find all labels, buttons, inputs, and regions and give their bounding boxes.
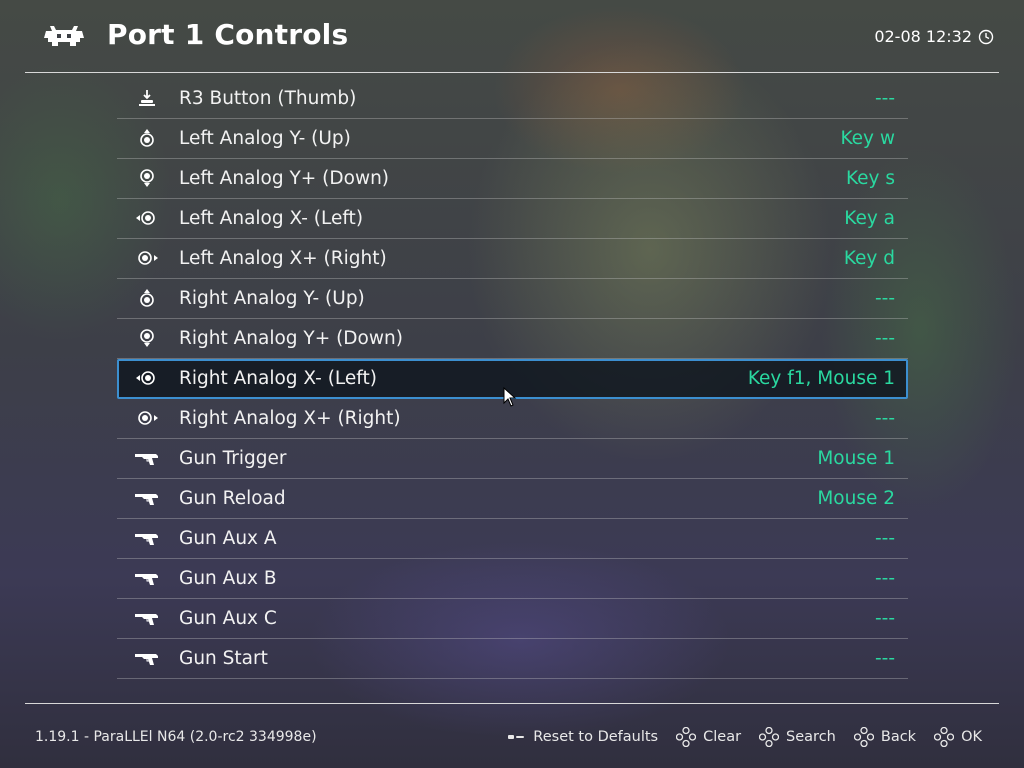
control-label: Gun Aux C (179, 608, 277, 629)
control-row[interactable]: Gun Start --- (117, 639, 908, 679)
control-row[interactable]: Gun Trigger Mouse 1 (117, 439, 908, 479)
footer-actions: Reset to Defaults Clear Search Back OK (506, 727, 982, 747)
control-binding-value: Mouse 1 (817, 448, 895, 469)
control-binding-value: --- (874, 568, 895, 589)
control-binding-value: Key f1, Mouse 1 (747, 368, 895, 389)
control-row[interactable]: Gun Aux A --- (117, 519, 908, 559)
gun-icon (134, 568, 160, 588)
clock-icon (978, 29, 994, 44)
control-binding-value: --- (874, 328, 895, 349)
control-row[interactable]: Left Analog X+ (Right) Key d (117, 239, 908, 279)
core-version-text: 1.19.1 - ParaLLEl N64 (2.0-rc2 334998e) (35, 729, 317, 745)
control-label: Left Analog Y+ (Down) (179, 168, 390, 189)
dpad-icon (853, 727, 874, 747)
gun-icon (134, 488, 160, 508)
dpad-icon (676, 727, 697, 747)
page-title: Port 1 Controls (107, 18, 349, 51)
control-label: Gun Aux B (179, 568, 277, 589)
control-row[interactable]: Gun Aux B --- (117, 559, 908, 599)
control-label: Right Analog Y- (Up) (179, 288, 365, 309)
footer-bar: 1.19.1 - ParaLLEl N64 (2.0-rc2 334998e) … (0, 704, 1024, 768)
footer-action-search[interactable]: Search (759, 727, 836, 747)
analog-right-icon (134, 408, 160, 428)
mouse-cursor-icon (503, 387, 517, 407)
controls-list: R3 Button (Thumb) --- Left Analog Y- (Up) K… (117, 79, 908, 679)
control-binding-value: Key a (844, 208, 895, 229)
analog-right-icon (134, 248, 160, 268)
control-binding-value: Key d (843, 248, 895, 269)
control-binding-value: --- (874, 408, 895, 429)
control-binding-value: --- (874, 648, 895, 669)
control-binding-value: --- (874, 608, 895, 629)
control-binding-value: Mouse 2 (817, 488, 895, 509)
control-label: Gun Start (179, 648, 268, 669)
gun-icon (134, 648, 160, 668)
analog-down-icon (134, 168, 160, 188)
control-row[interactable]: Left Analog Y+ (Down) Key s (117, 159, 908, 199)
retroarch-logo-icon (44, 26, 84, 46)
control-binding-value: Key s (845, 168, 895, 189)
control-row[interactable]: Gun Aux C --- (117, 599, 908, 639)
clock: 02-08 12:32 (874, 27, 994, 46)
analog-left-icon (134, 208, 160, 228)
control-label: Gun Reload (179, 488, 286, 509)
footer-action-clear[interactable]: Clear (676, 727, 741, 747)
footer-action-reset-to-defaults[interactable]: Reset to Defaults (506, 727, 658, 747)
control-label: Left Analog X+ (Right) (179, 248, 387, 269)
control-row[interactable]: Gun Reload Mouse 2 (117, 479, 908, 519)
analog-down-icon (134, 328, 160, 348)
control-label: R3 Button (Thumb) (179, 88, 357, 109)
analog-left-icon (134, 368, 160, 388)
control-label: Gun Aux A (179, 528, 277, 549)
control-label: Right Analog X- (Left) (179, 368, 377, 389)
footer-action-label: OK (961, 729, 982, 745)
dpad-icon (934, 727, 955, 747)
footer-action-label: Reset to Defaults (533, 729, 659, 745)
footer-action-label: Clear (703, 729, 742, 745)
footer-action-back[interactable]: Back (853, 727, 917, 747)
control-label: Left Analog Y- (Up) (179, 128, 351, 149)
gun-icon (134, 448, 160, 468)
control-binding-value: --- (874, 528, 895, 549)
header-divider (25, 72, 999, 73)
analog-up-icon (134, 128, 160, 148)
control-row[interactable]: Right Analog Y- (Up) --- (117, 279, 908, 319)
control-label: Right Analog Y+ (Down) (179, 328, 403, 349)
footer-action-label: Back (880, 729, 917, 745)
r3-button-icon (134, 88, 160, 108)
control-binding-value: --- (874, 288, 895, 309)
control-label: Right Analog X+ (Right) (179, 408, 401, 429)
footer-action-ok[interactable]: OK (934, 727, 982, 747)
gun-icon (134, 608, 160, 628)
control-binding-value: --- (874, 88, 895, 109)
footer-action-label: Search (786, 729, 836, 745)
control-label: Gun Trigger (179, 448, 287, 469)
control-row[interactable]: Right Analog Y+ (Down) --- (117, 319, 908, 359)
control-row[interactable]: Left Analog Y- (Up) Key w (117, 119, 908, 159)
analog-up-icon (134, 288, 160, 308)
clock-text: 02-08 12:32 (874, 27, 972, 46)
control-row[interactable]: Left Analog X- (Left) Key a (117, 199, 908, 239)
gun-icon (134, 528, 160, 548)
header-bar: Port 1 Controls 02-08 12:32 (0, 0, 1024, 72)
control-label: Left Analog X- (Left) (179, 208, 364, 229)
control-binding-value: Key w (840, 128, 895, 149)
dpad-icon (759, 727, 780, 747)
control-row[interactable]: R3 Button (Thumb) --- (117, 79, 908, 119)
select-button-icon (506, 727, 526, 747)
